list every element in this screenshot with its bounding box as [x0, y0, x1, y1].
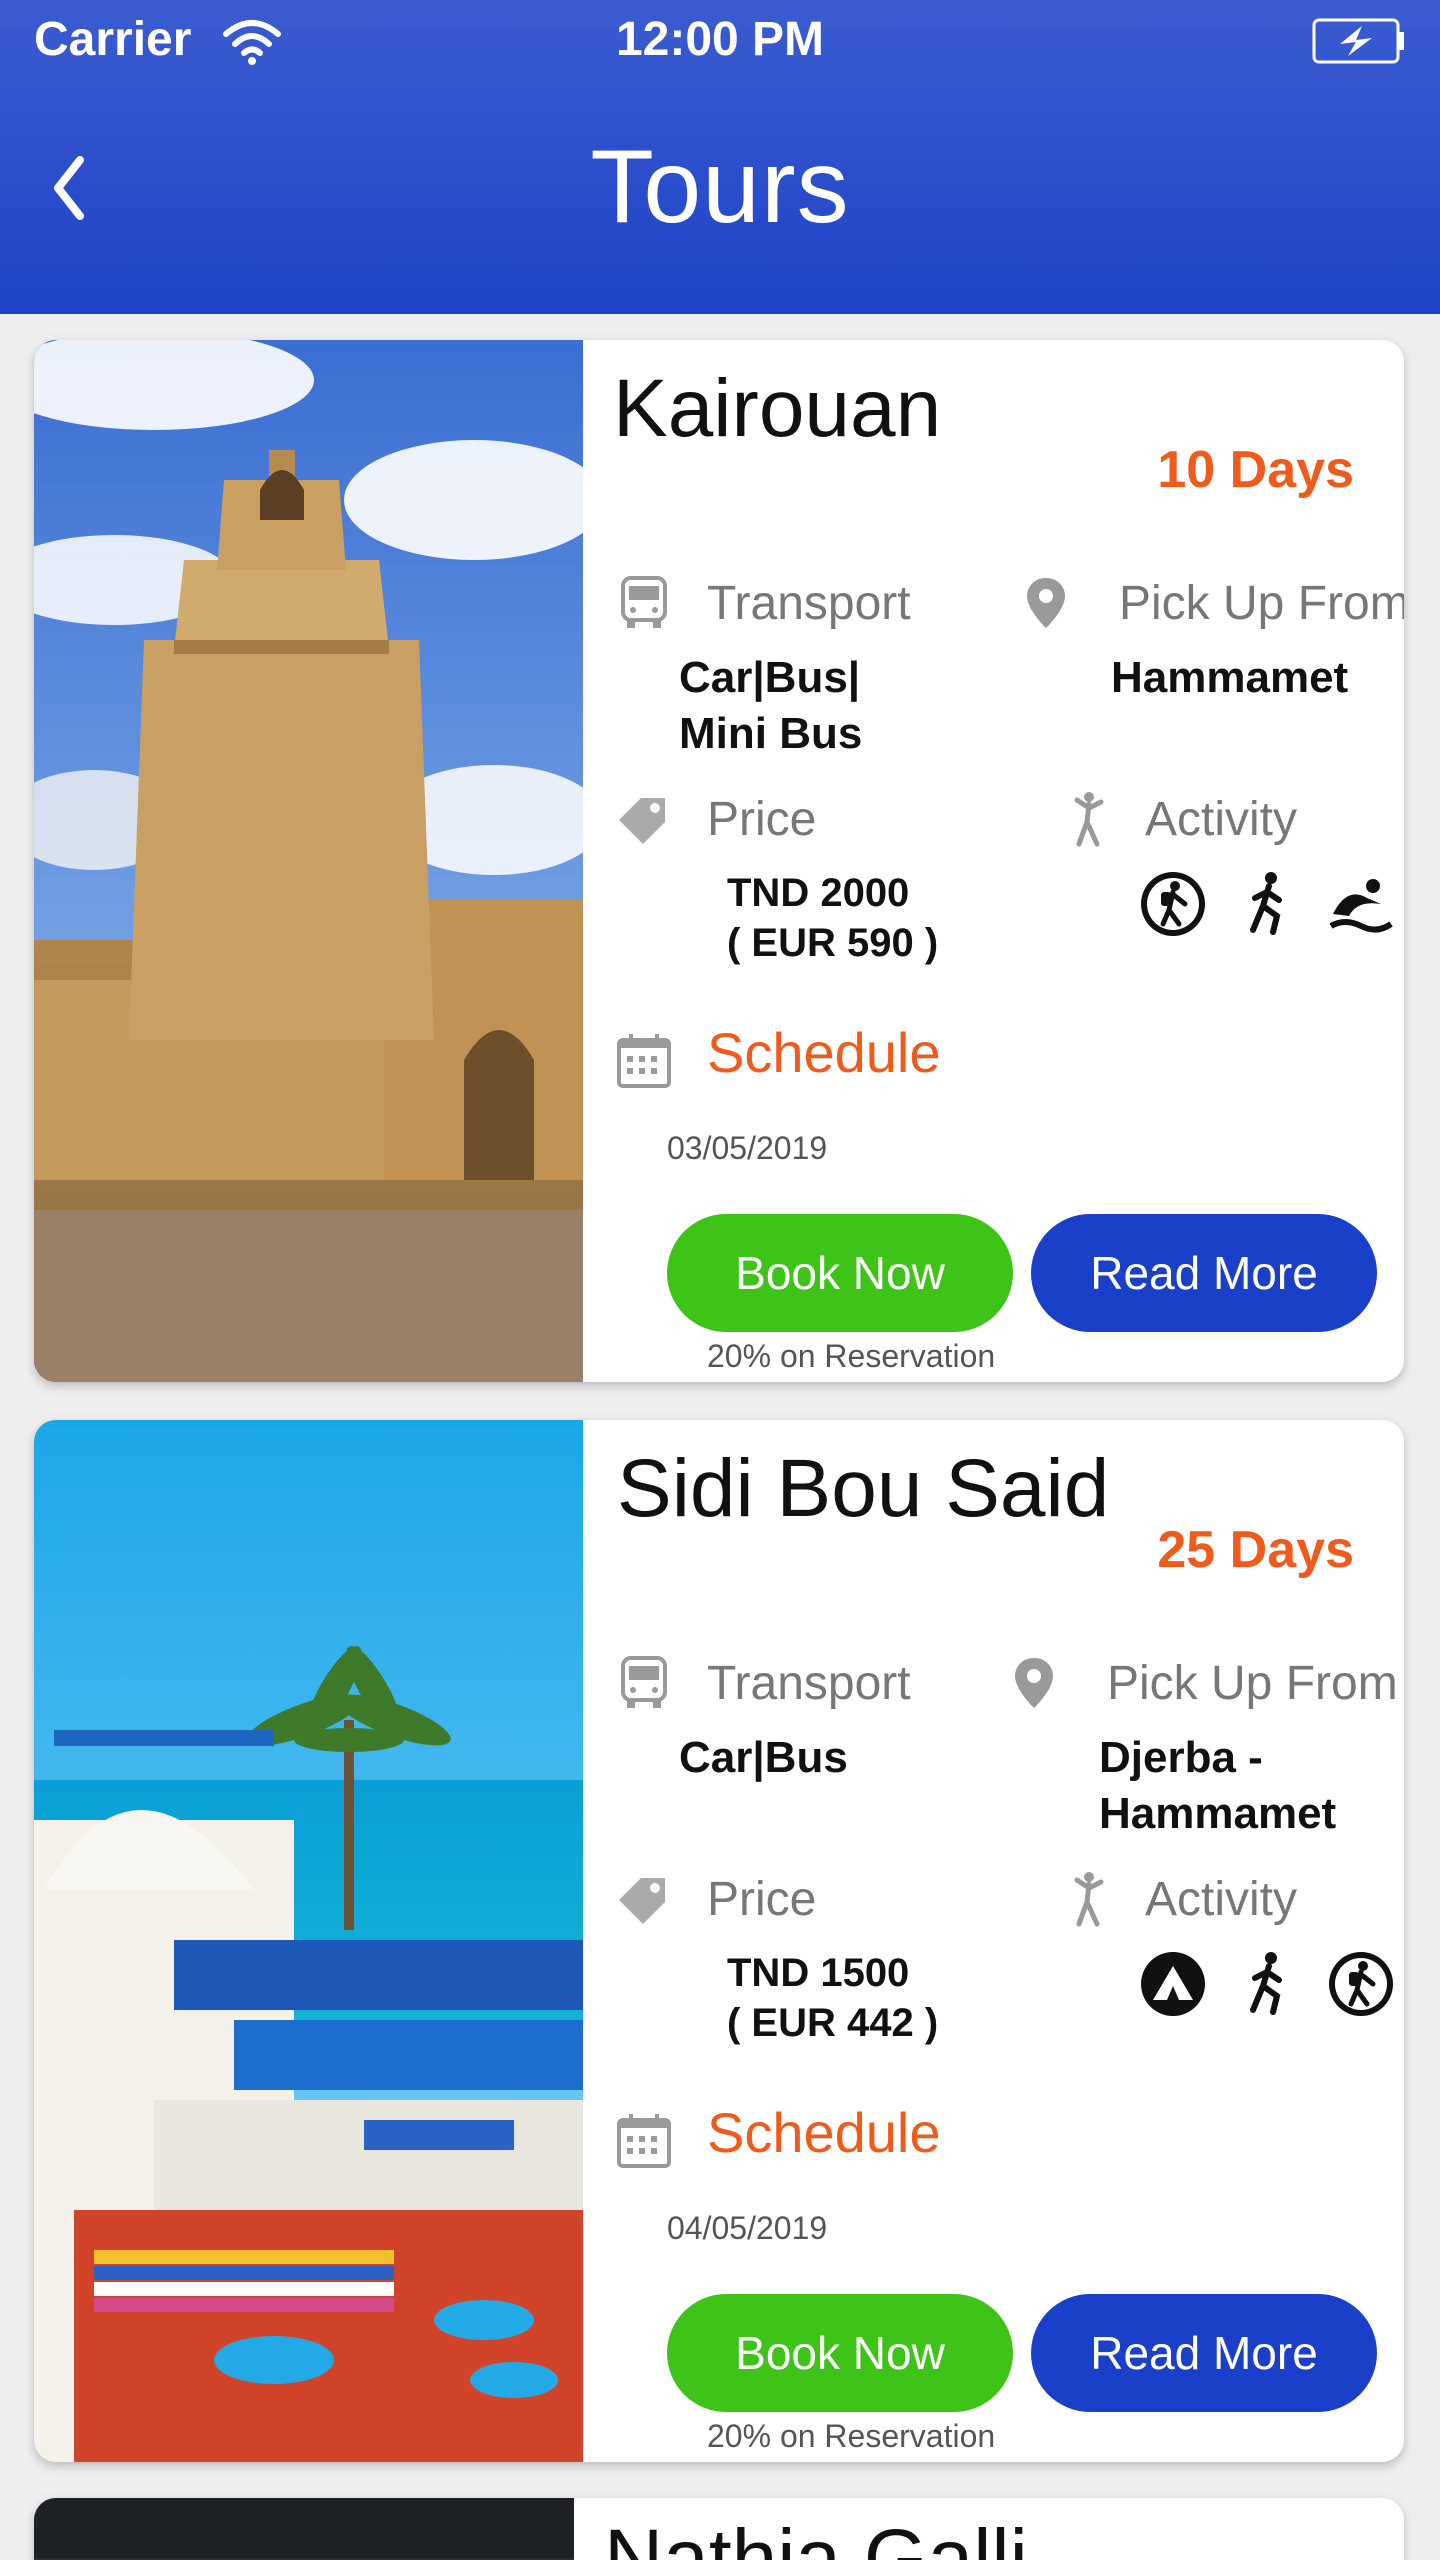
- price-tag-icon: [619, 1878, 665, 1924]
- pickup-value: Djerba - Hammamet: [1099, 1730, 1336, 1842]
- price-tag-icon: [619, 798, 665, 844]
- tour-title: Sidi Bou Said: [617, 1443, 1110, 1534]
- book-now-button[interactable]: Book Now: [667, 1214, 1013, 1332]
- tour-card-body: Kairouan 10 Days Transport Car|Bus| Mini…: [583, 340, 1404, 1382]
- activity-person-icon: [1074, 792, 1104, 847]
- pickup-value-line: Hammamet: [1099, 1789, 1337, 1838]
- app-header: Carrier 12:00 PM Tours: [0, 0, 1440, 314]
- transport-value-line: Car|Bus|: [679, 653, 861, 702]
- price-value-line: TND 1500: [727, 1951, 910, 1995]
- reservation-note: 20% on Reservation: [707, 1338, 996, 1374]
- reservation-note: 20% on Reservation: [707, 2418, 996, 2454]
- location-pin-icon: [1027, 578, 1065, 628]
- tour-card: Kairouan 10 Days Transport Car|Bus| Mini…: [34, 340, 1404, 1382]
- tour-photo: [34, 2498, 574, 2560]
- price-value: TND 2000 ( EUR 590 ): [727, 868, 938, 968]
- tour-card: Sidi Bou Said 25 Days Transport Car|Bus …: [34, 1420, 1404, 2462]
- pickup-value-line: Djerba -: [1099, 1733, 1263, 1782]
- status-bar: Carrier 12:00 PM: [0, 0, 1440, 84]
- bus-icon: [621, 576, 667, 628]
- tour-card-body: Nathia Galli: [574, 2498, 1404, 2560]
- schedule-label: Schedule: [707, 1021, 941, 1084]
- tour-title: Kairouan: [613, 363, 942, 454]
- running-icon: [1250, 872, 1282, 935]
- schedule-date: 03/05/2019: [667, 1130, 828, 1166]
- transport-value-line: Mini Bus: [679, 709, 863, 758]
- activity-label: Activity: [1145, 1873, 1298, 1926]
- tour-card: Nathia Galli: [34, 2498, 1404, 2560]
- transport-label: Transport: [707, 1657, 911, 1710]
- tour-duration: 25 Days: [1157, 1521, 1354, 1579]
- running-icon: [1250, 1952, 1282, 2015]
- schedule-label: Schedule: [707, 2101, 941, 2164]
- pickup-label: Pick Up From: [1107, 1657, 1398, 1710]
- tour-card-body: Sidi Bou Said 25 Days Transport Car|Bus …: [583, 1420, 1404, 2462]
- transport-value: Car|Bus: [679, 1730, 848, 1786]
- tour-title: Nathia Galli: [604, 2513, 1028, 2560]
- price-value: TND 1500 ( EUR 442 ): [727, 1948, 938, 2048]
- location-pin-icon: [1015, 1658, 1053, 1708]
- tour-photo: [34, 340, 583, 1382]
- activity-person-icon: [1074, 1872, 1104, 1927]
- tour-duration: 10 Days: [1157, 441, 1354, 499]
- transport-label: Transport: [707, 577, 911, 630]
- bus-icon: [621, 1656, 667, 1708]
- status-time: 12:00 PM: [615, 13, 825, 66]
- pickup-value: Hammamet: [1111, 650, 1348, 706]
- hiking-icon: [1141, 872, 1205, 936]
- price-value-line: ( EUR 442 ): [727, 2001, 939, 2045]
- pickup-label: Pick Up From: [1119, 577, 1404, 630]
- tour-photo: [34, 1420, 583, 2462]
- price-label: Price: [707, 793, 817, 846]
- camping-icon: [1141, 1952, 1205, 2016]
- page-title: Tours: [590, 129, 850, 245]
- activity-icons: [1139, 1950, 1404, 2018]
- price-value-line: ( EUR 590 ): [727, 921, 939, 965]
- transport-value: Car|Bus| Mini Bus: [679, 650, 862, 762]
- transport-value-line: Car|Bus: [679, 1733, 848, 1782]
- swimming-icon: [1329, 879, 1393, 933]
- price-label: Price: [707, 1873, 817, 1926]
- activity-label: Activity: [1145, 793, 1298, 846]
- price-value-line: TND 2000: [727, 871, 910, 915]
- schedule-date: 04/05/2019: [667, 2210, 828, 2246]
- hiking-icon: [1329, 1952, 1393, 2016]
- book-now-button[interactable]: Book Now: [667, 2294, 1013, 2412]
- activity-icons: [1139, 870, 1395, 938]
- battery-charging-icon: [1312, 18, 1404, 64]
- read-more-button[interactable]: Read More: [1031, 2294, 1377, 2412]
- read-more-button[interactable]: Read More: [1031, 1214, 1377, 1332]
- pickup-value-line: Hammamet: [1111, 653, 1349, 702]
- calendar-icon: [617, 2114, 671, 2168]
- calendar-icon: [617, 1034, 671, 1088]
